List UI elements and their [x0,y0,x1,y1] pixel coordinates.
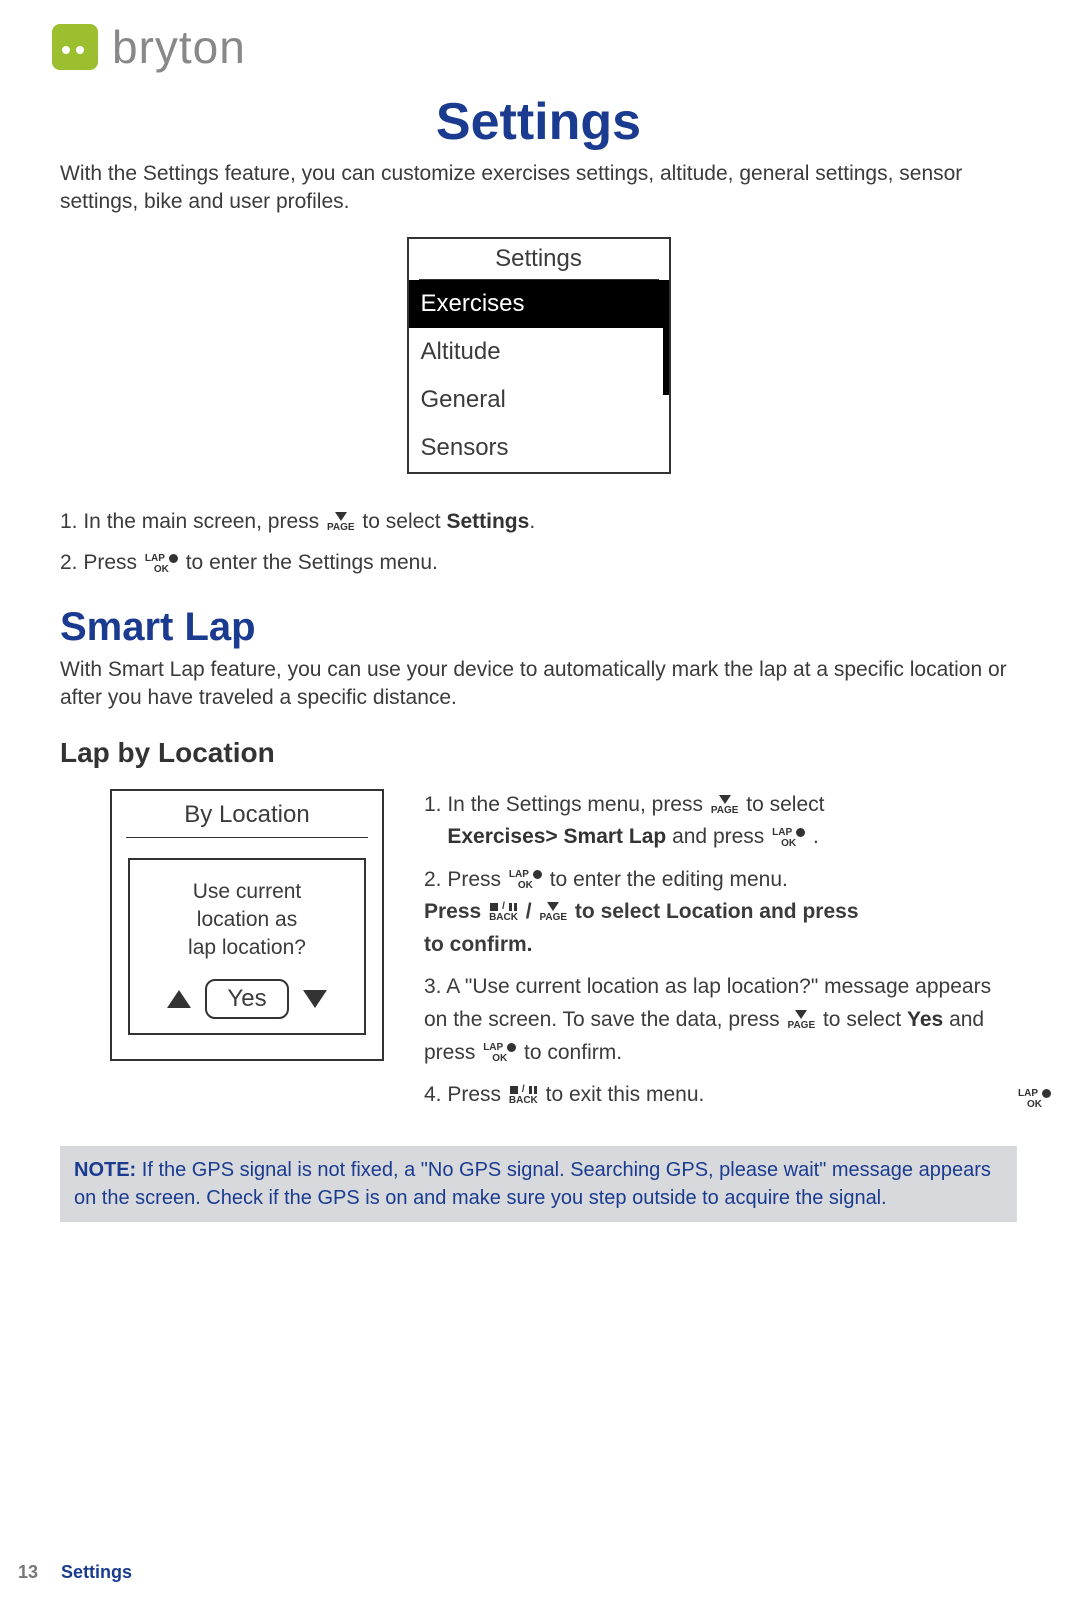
text: . [529,510,535,533]
menu-item-altitude: Altitude [409,328,669,376]
back-stop-button-icon: / BACK [489,902,518,923]
text: 4. Press [424,1083,507,1106]
ok-label: OK [1027,1100,1042,1110]
msg-l2: location as [140,906,354,934]
lap-step-2: 2. Press LAP OK to enter the editing men… [424,864,1017,962]
page-down-button-icon: PAGE [711,795,739,816]
yes-option: Yes [205,979,288,1019]
lap-label: LAP [1018,1089,1038,1099]
lap-ok-button-icon: LAP OK [509,869,542,891]
lap-label: LAP [509,870,529,880]
text: to confirm. [424,933,533,956]
menu-item-general: General [409,376,669,424]
section-name: Settings [61,1562,132,1582]
text: to select [746,793,824,816]
msg-l1: Use current [140,878,354,906]
down-arrow-icon [303,990,327,1008]
confirm-dialog: Use current location as lap location? Ye… [128,858,366,1035]
text: 2. Press [424,868,507,891]
menu-item-exercises: Exercises [409,280,669,328]
device-settings-screen: Settings Exercises Altitude General Sens… [407,237,671,474]
page-footer: 13 Settings [18,1562,132,1583]
ok-label: OK [492,1054,507,1064]
main-step-1: 1. In the main screen, press PAGE to sel… [60,504,1017,540]
path-bold: Exercises> Smart Lap [447,825,666,848]
page-label: PAGE [539,913,567,923]
text: to confirm. [524,1041,622,1064]
confirm-message: Use current location as lap location? [140,878,354,963]
intro-paragraph: With the Settings feature, you can custo… [60,160,1017,217]
text: to select [362,510,446,533]
ok-label: OK [781,839,796,849]
text: / [526,900,538,923]
text: and press [666,825,770,848]
lap-location-steps: 1. In the Settings menu, press PAGE to s… [414,789,1017,1122]
note-label: NOTE: [74,1159,136,1181]
page-label: PAGE [788,1021,816,1031]
text: to enter the editing menu. [550,868,788,891]
msg-l3: lap location? [140,934,354,962]
lap-label: LAP [772,828,792,838]
page-title: Settings [60,92,1017,152]
text: Press [424,900,487,923]
ok-label: OK [518,881,533,891]
text: to select [823,1008,907,1031]
lap-step-1: 1. In the Settings menu, press PAGE to s… [424,789,1017,854]
brand-header: bryton [52,20,1017,74]
device-by-location-screen: By Location Use current location as lap … [110,789,384,1061]
page-label: PAGE [327,523,355,533]
lap-label: LAP [145,554,165,564]
device-screen-title-2: By Location [126,791,368,838]
lap-step-4: 4. Press / BACK to exit this menu. [424,1079,1017,1112]
back-label: BACK [489,913,518,923]
text: to exit this menu. [546,1083,705,1106]
page-label: PAGE [711,806,739,816]
lap-ok-button-icon: LAP OK [145,553,178,575]
brand-logo-icon [52,24,98,70]
lap-by-location-heading: Lap by Location [60,737,1017,769]
note-text: If the GPS signal is not fixed, a "No GP… [74,1159,991,1209]
page-number: 13 [18,1562,38,1582]
note-box: NOTE: If the GPS signal is not fixed, a … [60,1146,1017,1222]
main-step-2: 2. Press LAP OK to enter the Settings me… [60,545,1017,581]
text: . [813,825,819,848]
menu-item-sensors: Sensors [409,424,669,472]
text: 1. In the main screen, press [60,510,325,533]
device-screen-title: Settings [419,239,659,280]
text: 1. In the Settings menu, press [424,793,709,816]
smart-lap-lead: With Smart Lap feature, you can use your… [60,656,1017,713]
text: to select Location and press [575,900,859,923]
lap-label: LAP [483,1043,503,1053]
ok-label: OK [154,565,169,575]
smart-lap-heading: Smart Lap [60,605,1017,650]
page-down-button-icon: PAGE [539,902,567,923]
bold-settings: Settings [446,510,529,533]
brand-name: bryton [112,20,246,74]
text: to enter the Settings menu. [186,551,438,574]
lap-ok-button-icon-margin: LAP OK [1018,1088,1051,1110]
page-down-button-icon: PAGE [788,1010,816,1031]
lap-ok-button-icon: LAP OK [483,1042,516,1064]
device-menu-list: Exercises Altitude General Sensors [409,280,669,472]
back-label: BACK [509,1096,538,1106]
up-arrow-icon [167,990,191,1008]
page-down-button-icon: PAGE [327,512,355,533]
yes-bold: Yes [907,1008,943,1031]
lap-step-3: 3. A "Use current location as lap locati… [424,971,1017,1069]
scroll-indicator [663,280,669,395]
text: 2. Press [60,551,143,574]
lap-ok-button-icon: LAP OK [772,827,805,849]
back-stop-button-icon: / BACK [509,1085,538,1106]
